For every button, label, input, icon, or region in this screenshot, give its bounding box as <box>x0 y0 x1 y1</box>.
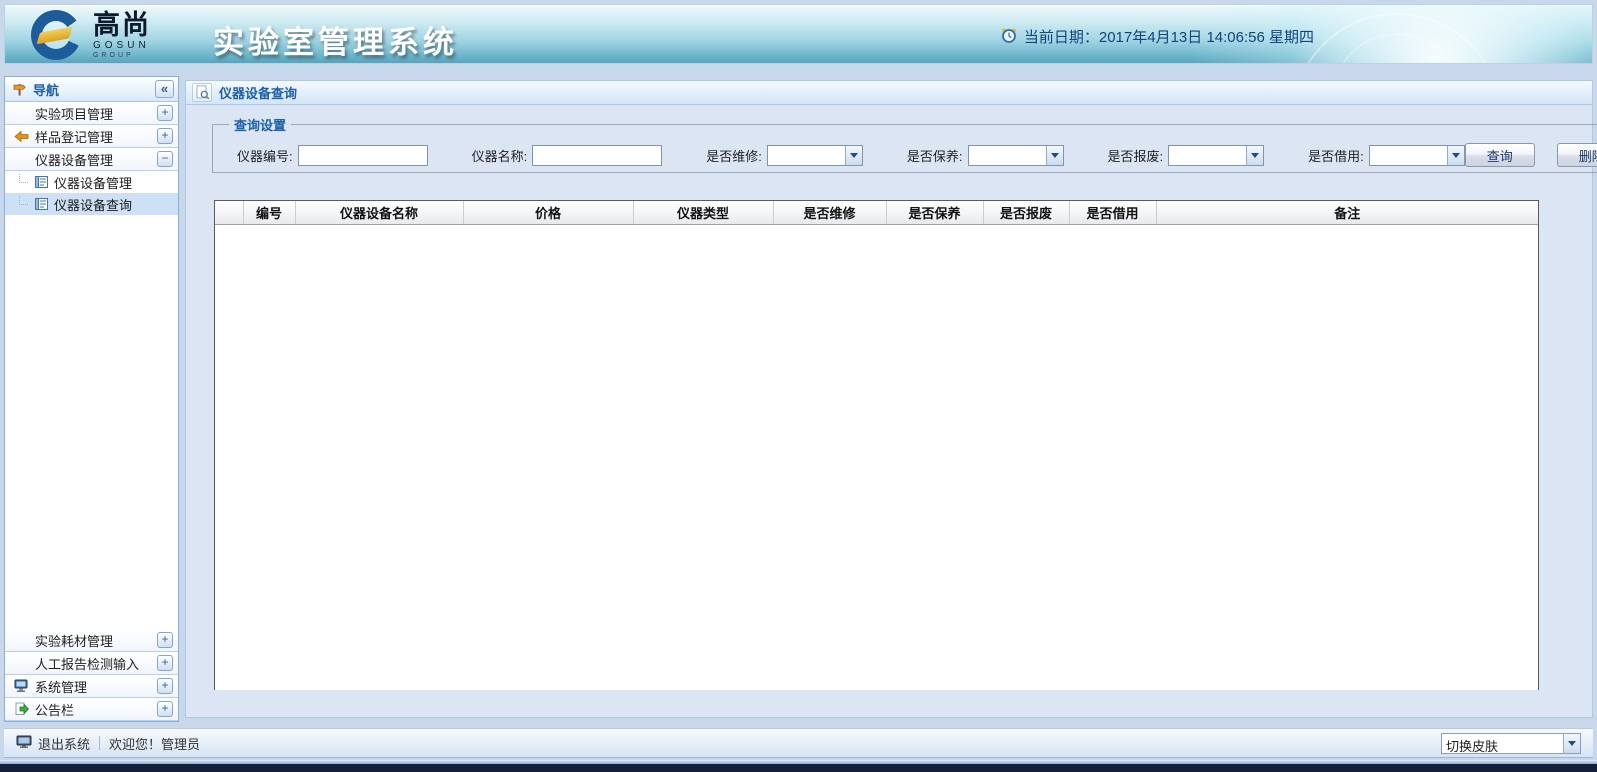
table-body-empty <box>215 225 1538 690</box>
sidebar-item-experiment-project[interactable]: 实验项目管理 + <box>5 102 178 125</box>
query-buttons: 查询 删除 <box>1465 143 1597 167</box>
sidebar-item-sample-registration[interactable]: 样品登记管理 + <box>5 125 178 148</box>
instrument-name-input[interactable] <box>532 145 662 166</box>
tree-line <box>19 196 28 205</box>
column-header-scrap[interactable]: 是否报废 <box>983 201 1069 224</box>
brand-logo: 高尚 GOSUN GROUP <box>31 10 151 60</box>
gosun-logo-icon <box>31 10 81 60</box>
column-header-remarks[interactable]: 备注 <box>1156 201 1538 224</box>
orange-arrow-icon <box>13 130 29 143</box>
column-header-repair[interactable]: 是否维修 <box>773 201 886 224</box>
page-search-icon <box>192 83 212 102</box>
globe-ring <box>1292 13 1502 64</box>
scrap-status-field: 是否报废: <box>1108 145 1265 166</box>
current-date: 当前日期：2017年4月13日 14:06:56 星期四 <box>1001 26 1314 47</box>
repair-status-select[interactable] <box>767 145 863 166</box>
dropdown-arrow-icon[interactable] <box>1447 146 1464 165</box>
computer-icon <box>13 679 29 693</box>
expand-icon[interactable]: + <box>157 655 173 671</box>
status-bar: 退出系统 欢迎您！管理员 切换皮肤 <box>4 728 1593 758</box>
borrow-status-select[interactable] <box>1369 145 1465 166</box>
search-button[interactable]: 查询 <box>1465 143 1535 167</box>
borrow-status-field: 是否借用: <box>1308 145 1465 166</box>
sidebar-title: 导航 <box>33 80 59 99</box>
signpost-icon <box>11 82 27 97</box>
results-table: 编号 仪器设备名称 价格 仪器类型 是否维修 是否保养 是否报废 是否借用 备注 <box>214 200 1539 690</box>
app-title: 实验室管理系统 <box>213 17 458 62</box>
logout-button[interactable]: 退出系统 <box>16 734 90 753</box>
sidebar-item-manual-report-input[interactable]: 人工报告检测输入 + <box>5 652 178 675</box>
page-title: 仪器设备查询 <box>219 83 297 102</box>
expand-icon[interactable]: + <box>157 632 173 648</box>
sidebar-subitem-instrument-management[interactable]: 仪器设备管理 <box>5 171 178 193</box>
maintenance-status-field: 是否保养: <box>907 145 1064 166</box>
window-bottom-edge <box>0 764 1597 772</box>
expand-icon[interactable]: + <box>157 678 173 694</box>
app-header: 高尚 GOSUN GROUP 实验室管理系统 当前日期：2017年4月13日 1… <box>4 4 1593 64</box>
sidebar-collapse-button[interactable]: « <box>155 80 174 98</box>
column-header-number[interactable]: 编号 <box>243 201 295 224</box>
expand-icon[interactable]: + <box>157 128 173 144</box>
dropdown-arrow-icon[interactable] <box>1563 734 1580 753</box>
brand-name: 高尚 <box>93 11 151 39</box>
maintenance-status-select[interactable] <box>968 145 1064 166</box>
content-tab-bar: 仪器设备查询 <box>185 80 1593 105</box>
column-header-borrow[interactable]: 是否借用 <box>1069 201 1156 224</box>
sidebar-item-bulletin-board[interactable]: 公告栏 + <box>5 698 178 721</box>
sidebar-subitem-instrument-query[interactable]: 仪器设备查询 <box>5 193 178 215</box>
delete-button[interactable]: 删除 <box>1557 143 1597 167</box>
column-header-maintenance[interactable]: 是否保养 <box>886 201 983 224</box>
repair-status-field: 是否维修: <box>706 145 863 166</box>
tree-line <box>19 174 28 183</box>
brand-sub-name: GOSUN <box>93 41 151 52</box>
green-arrow-icon <box>13 702 29 716</box>
form-icon <box>33 198 49 210</box>
expand-icon[interactable]: + <box>157 701 173 717</box>
query-settings-fieldset: 查询设置 仪器编号: 仪器名称: 是否维修: 是否保养: <box>212 115 1597 173</box>
column-header-instrument-type[interactable]: 仪器类型 <box>633 201 773 224</box>
welcome-text: 欢迎您！管理员 <box>109 734 200 753</box>
sidebar-nav-header: 导航 « <box>5 77 178 102</box>
table-header-row: 编号 仪器设备名称 价格 仪器类型 是否维修 是否保养 是否报废 是否借用 备注 <box>215 201 1538 224</box>
sidebar-item-consumables-management[interactable]: 实验耗材管理 + <box>5 629 178 652</box>
brand-sub-group: GROUP <box>93 52 151 59</box>
collapse-minus-icon[interactable]: − <box>157 151 173 167</box>
form-icon <box>33 176 49 188</box>
scrap-status-select[interactable] <box>1168 145 1264 166</box>
instrument-number-field: 仪器编号: <box>237 145 428 166</box>
column-header-price[interactable]: 价格 <box>463 201 633 224</box>
sidebar-item-system-management[interactable]: 系统管理 + <box>5 675 178 698</box>
globe-ring <box>1332 33 1462 64</box>
column-header-instrument-name[interactable]: 仪器设备名称 <box>295 201 463 224</box>
sidebar: 导航 « 实验项目管理 + 样品登记管理 + 仪器设备管理 − <box>4 76 179 722</box>
query-settings-legend: 查询设置 <box>229 115 291 134</box>
skin-switch-select[interactable]: 切换皮肤 <box>1441 733 1581 754</box>
dropdown-arrow-icon[interactable] <box>1046 146 1063 165</box>
clock-icon <box>1001 27 1017 47</box>
sidebar-item-instrument-management[interactable]: 仪器设备管理 − <box>5 148 178 171</box>
dropdown-arrow-icon[interactable] <box>845 146 862 165</box>
instrument-name-field: 仪器名称: <box>472 145 663 166</box>
current-date-text: 当前日期：2017年4月13日 14:06:56 星期四 <box>1024 26 1314 47</box>
instrument-number-input[interactable] <box>298 145 428 166</box>
separator <box>99 736 100 750</box>
query-form-row: 仪器编号: 仪器名称: 是否维修: 是否保养: <box>223 134 1597 176</box>
main-panel: 查询设置 仪器编号: 仪器名称: 是否维修: 是否保养: <box>185 105 1593 718</box>
column-header-select[interactable] <box>215 201 243 224</box>
expand-icon[interactable]: + <box>157 105 173 121</box>
monitor-icon <box>16 735 32 752</box>
dropdown-arrow-icon[interactable] <box>1246 146 1263 165</box>
sidebar-empty-space <box>5 215 178 629</box>
